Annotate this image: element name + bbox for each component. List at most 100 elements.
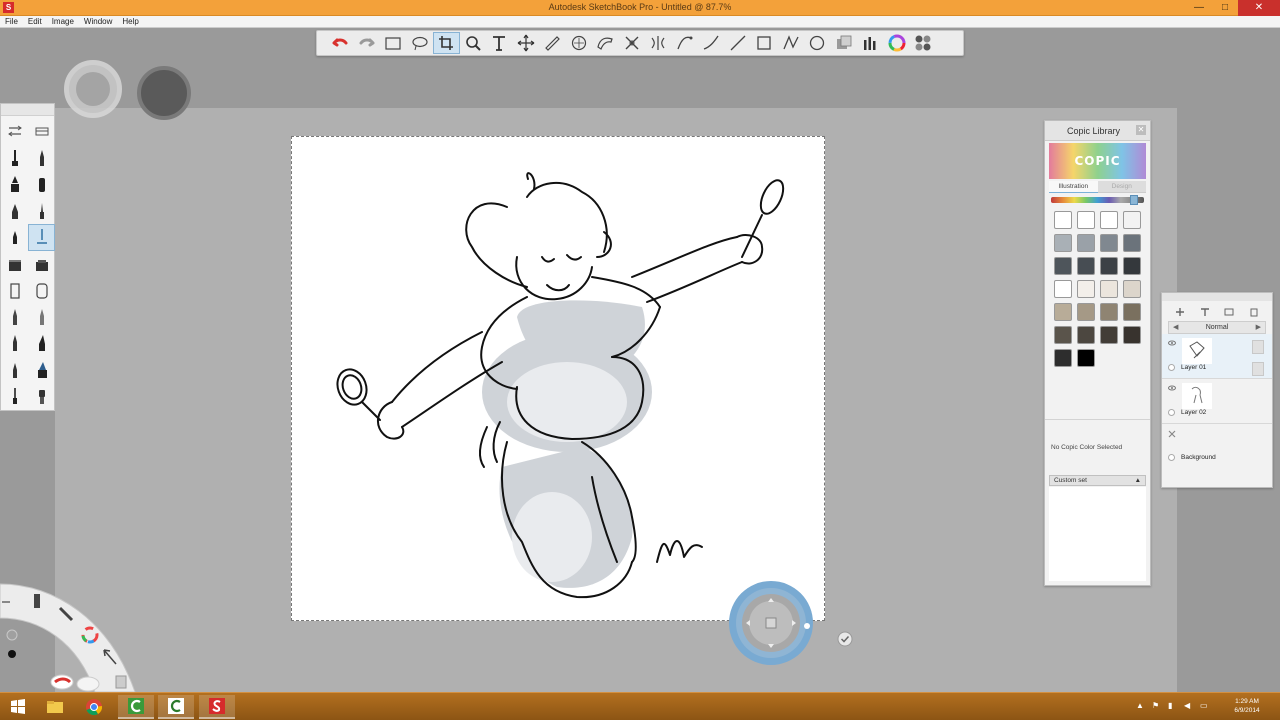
- text-icon[interactable]: [486, 32, 513, 54]
- copic-swatch[interactable]: [1054, 280, 1072, 298]
- copic-library-icon[interactable]: [910, 32, 937, 54]
- background-color-icon[interactable]: [1168, 430, 1176, 438]
- layer-row[interactable]: Background: [1162, 424, 1272, 469]
- copic-swatch[interactable]: [1100, 211, 1118, 229]
- add-layer-icon[interactable]: [1175, 307, 1185, 317]
- hard-pencil-brush-icon[interactable]: [1, 304, 28, 331]
- symmetry-icon[interactable]: [619, 32, 646, 54]
- menu-window[interactable]: Window: [79, 16, 117, 27]
- copic-swatch[interactable]: [1077, 349, 1095, 367]
- transform-icon[interactable]: [513, 32, 540, 54]
- system-clock[interactable]: 1:29 AM 6/9/2014: [1230, 697, 1264, 715]
- brush-palette-icon[interactable]: [857, 32, 884, 54]
- add-image-layer-icon[interactable]: [1224, 307, 1234, 317]
- sketchbook-icon[interactable]: [199, 695, 235, 719]
- tray-flag-icon[interactable]: ⚑: [1152, 701, 1159, 710]
- stroke-icon[interactable]: [698, 32, 725, 54]
- symmetry-radial-icon[interactable]: [645, 32, 672, 54]
- minimize-button[interactable]: —: [1186, 0, 1212, 16]
- layer-row[interactable]: Layer 02: [1162, 379, 1272, 424]
- custom-set-area[interactable]: [1049, 487, 1146, 581]
- check-icon[interactable]: [837, 631, 853, 647]
- layer-radio[interactable]: [1168, 454, 1175, 461]
- tray-battery-icon[interactable]: ▭: [1200, 701, 1208, 710]
- color-wheel-icon[interactable]: [884, 32, 911, 54]
- close-button[interactable]: ✕: [1238, 0, 1280, 16]
- brush-puck-icon[interactable]: [137, 66, 191, 120]
- rect-shape-icon[interactable]: [751, 32, 778, 54]
- eye-icon[interactable]: [1168, 385, 1176, 391]
- layer-radio[interactable]: [1168, 409, 1175, 416]
- copic-swatch[interactable]: [1100, 326, 1118, 344]
- ballpoint-brush-icon[interactable]: [28, 145, 55, 172]
- calligraphy-brush-icon[interactable]: [28, 330, 55, 357]
- slider-handle[interactable]: [1130, 195, 1138, 205]
- lagoon-radial-menu[interactable]: [0, 580, 150, 693]
- airbrush-brush-icon[interactable]: [1, 171, 28, 198]
- copic-set-dropdown[interactable]: Custom set ▲: [1049, 475, 1146, 486]
- undo-icon[interactable]: [327, 32, 354, 54]
- pencil-brush-icon[interactable]: [1, 145, 28, 172]
- paintbrush-brush-icon[interactable]: [28, 198, 55, 225]
- copic-swatch[interactable]: [1123, 280, 1141, 298]
- chevron-right-icon[interactable]: ▶: [1256, 322, 1261, 333]
- copic-swatch[interactable]: [1100, 257, 1118, 275]
- marker-brush-icon[interactable]: [28, 171, 55, 198]
- copic-swatch[interactable]: [1123, 257, 1141, 275]
- eye-icon[interactable]: [1168, 340, 1176, 346]
- felt-pen-brush-icon[interactable]: [1, 357, 28, 384]
- copic-swatch[interactable]: [1077, 234, 1095, 252]
- menu-file[interactable]: File: [0, 16, 23, 27]
- tab-illustration[interactable]: Illustration: [1049, 181, 1098, 193]
- copic-swatch[interactable]: [1123, 234, 1141, 252]
- brush-settings-icon[interactable]: [1, 118, 28, 145]
- copic-swatch[interactable]: [1077, 280, 1095, 298]
- copic-color-family-slider[interactable]: [1051, 195, 1144, 205]
- chisel-brush-icon[interactable]: [1, 198, 28, 225]
- zoom-icon[interactable]: [460, 32, 487, 54]
- pen-curve-icon[interactable]: [672, 32, 699, 54]
- ruler-icon[interactable]: [539, 32, 566, 54]
- chevron-left-icon[interactable]: ◀: [1173, 322, 1178, 333]
- menu-help[interactable]: Help: [117, 16, 143, 27]
- layer-editor-icon[interactable]: [831, 32, 858, 54]
- close-icon[interactable]: ✕: [1136, 125, 1146, 135]
- rectangle-select-icon[interactable]: [380, 32, 407, 54]
- copic-swatch[interactable]: [1123, 303, 1141, 321]
- menu-image[interactable]: Image: [47, 16, 79, 27]
- soft-pencil-brush-icon[interactable]: [28, 304, 55, 331]
- layer-move-icon[interactable]: [1252, 340, 1264, 354]
- drawing-canvas[interactable]: [291, 136, 825, 621]
- ellipse-shape-icon[interactable]: [804, 32, 831, 54]
- brush-library-icon[interactable]: [28, 118, 55, 145]
- menu-edit[interactable]: Edit: [23, 16, 47, 27]
- camtasia-recorder-icon[interactable]: [158, 695, 194, 719]
- copic-swatch[interactable]: [1077, 211, 1095, 229]
- flat-brush-icon[interactable]: [28, 251, 55, 278]
- lasso-select-icon[interactable]: [407, 32, 434, 54]
- copic-swatch[interactable]: [1100, 234, 1118, 252]
- layer-row[interactable]: Layer 01: [1162, 334, 1272, 379]
- ellipse-guide-icon[interactable]: [566, 32, 593, 54]
- copic-swatch[interactable]: [1100, 280, 1118, 298]
- smear-brush-icon[interactable]: [1, 277, 28, 304]
- wide-brush-icon[interactable]: [1, 251, 28, 278]
- texture-brush-icon[interactable]: [28, 277, 55, 304]
- navigation-puck[interactable]: [728, 580, 814, 666]
- crop-icon[interactable]: [433, 32, 460, 54]
- blue-marker-brush-icon[interactable]: [28, 357, 55, 384]
- copic-swatch[interactable]: [1054, 326, 1072, 344]
- tray-volume-icon[interactable]: ◀: [1184, 701, 1190, 710]
- copic-swatch[interactable]: [1054, 303, 1072, 321]
- layer-lock-icon[interactable]: [1252, 362, 1264, 376]
- line-icon[interactable]: [725, 32, 752, 54]
- tray-network-icon[interactable]: ▮: [1168, 701, 1172, 710]
- polyline-icon[interactable]: [778, 32, 805, 54]
- tab-design[interactable]: Design: [1097, 181, 1146, 193]
- start-icon[interactable]: [0, 695, 36, 719]
- copic-swatch[interactable]: [1077, 326, 1095, 344]
- copic-swatch[interactable]: [1054, 211, 1072, 229]
- sketch-pencil-brush-icon[interactable]: [1, 383, 28, 410]
- fine-marker-brush-icon[interactable]: [1, 330, 28, 357]
- copic-swatch[interactable]: [1054, 257, 1072, 275]
